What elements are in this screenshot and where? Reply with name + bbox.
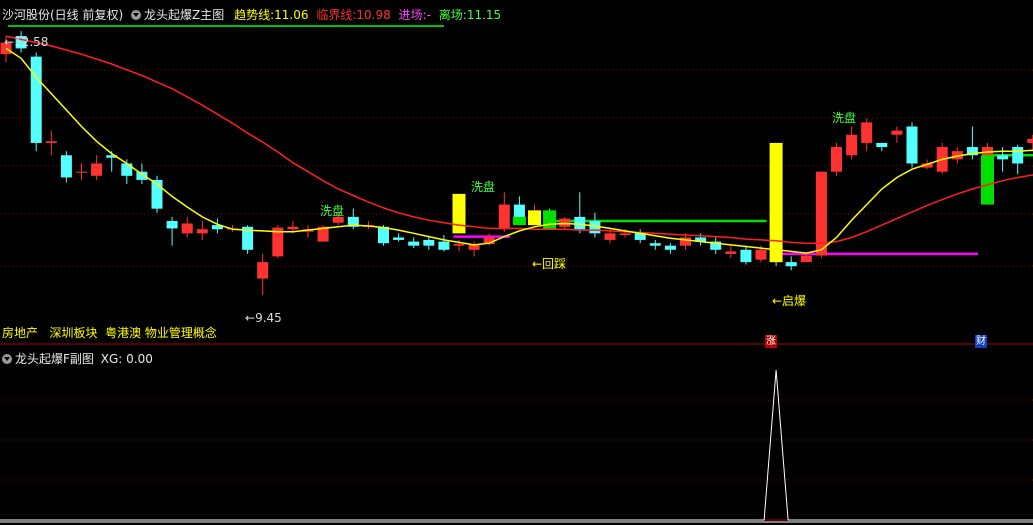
candle-down[interactable] bbox=[408, 241, 420, 246]
candle-up[interactable] bbox=[181, 223, 193, 234]
xg-label: XG: bbox=[100, 352, 123, 366]
candle-down[interactable] bbox=[378, 226, 389, 244]
signal-bar-green bbox=[543, 210, 557, 231]
exit-value: 11.15 bbox=[466, 8, 502, 22]
signal-bar-yellow bbox=[452, 193, 466, 234]
limit-up-marker[interactable]: 涨 bbox=[765, 335, 777, 348]
burst-label: ←启爆 bbox=[772, 294, 807, 308]
candle-down[interactable] bbox=[740, 249, 752, 263]
candle-up[interactable] bbox=[453, 244, 465, 246]
low-price-label: ←9.45 bbox=[245, 311, 282, 325]
signal-bar-green bbox=[512, 216, 526, 226]
dropdown-circle-icon[interactable] bbox=[131, 10, 142, 20]
candle-up[interactable] bbox=[45, 141, 57, 143]
xg-line bbox=[0, 369, 1033, 521]
candle-up[interactable] bbox=[257, 262, 269, 279]
candle-down[interactable] bbox=[574, 216, 586, 230]
candle-up[interactable] bbox=[725, 251, 737, 254]
candle-down[interactable] bbox=[876, 142, 888, 148]
candle-down[interactable] bbox=[423, 239, 435, 246]
grid-lines bbox=[0, 69, 1033, 481]
wash-label-3: 洗盘 bbox=[832, 111, 857, 125]
stock-title: 沙河股份(日线 前复权) bbox=[2, 8, 124, 22]
finance-marker[interactable]: 财 bbox=[975, 335, 987, 348]
xg-value: 0.00 bbox=[126, 352, 153, 366]
candle-up[interactable] bbox=[498, 204, 510, 230]
candle-up[interactable] bbox=[619, 233, 631, 235]
candle-up[interactable] bbox=[76, 171, 87, 173]
candle-up[interactable] bbox=[800, 255, 812, 263]
candle-down[interactable] bbox=[664, 245, 676, 250]
entry-value: - bbox=[426, 8, 431, 22]
candle-down[interactable] bbox=[997, 155, 1009, 160]
exit-label: 离场: bbox=[438, 8, 467, 22]
candle-up[interactable] bbox=[846, 134, 858, 156]
concept-tags: 房地产 深圳板块 粤港澳 物业管理概念 bbox=[2, 326, 217, 340]
candle-up[interactable] bbox=[1027, 138, 1033, 143]
candlestick-chart[interactable] bbox=[0, 0, 1033, 525]
candle-down[interactable] bbox=[649, 243, 661, 246]
candle-up[interactable] bbox=[861, 122, 873, 143]
candles bbox=[0, 31, 1033, 295]
wash-label-1: 洗盘 bbox=[320, 204, 345, 218]
candle-up[interactable] bbox=[287, 226, 299, 230]
main-header: 沙河股份(日线 前复权) 龙头起爆Z主图 趋势线:11.06 临界线:10.98… bbox=[2, 7, 501, 23]
low-price-value: 9.45 bbox=[255, 311, 282, 325]
high-price-value: 12.58 bbox=[14, 35, 49, 49]
candle-up[interactable] bbox=[891, 130, 903, 135]
candle-down[interactable] bbox=[906, 126, 918, 164]
candle-up[interactable] bbox=[755, 249, 767, 260]
candle-down[interactable] bbox=[513, 204, 525, 219]
trend-label: 趋势线: bbox=[234, 8, 275, 22]
candle-down[interactable] bbox=[166, 221, 178, 229]
pullback-label: ←回踩 bbox=[532, 257, 567, 271]
critical-label: 临界线: bbox=[316, 8, 357, 22]
signal-bar-yellow bbox=[528, 210, 541, 226]
dropdown-circle-icon[interactable] bbox=[2, 354, 12, 364]
signal-bar-yellow bbox=[769, 142, 783, 263]
entry-label: 进场: bbox=[398, 8, 427, 22]
candle-down[interactable] bbox=[1012, 147, 1024, 164]
candle-up[interactable] bbox=[559, 218, 571, 227]
candle-down[interactable] bbox=[393, 237, 405, 240]
critical-value: 10.98 bbox=[356, 8, 391, 22]
trend-value: 11.06 bbox=[274, 8, 309, 22]
candle-up[interactable] bbox=[604, 233, 616, 240]
signal-bar-green bbox=[981, 155, 994, 205]
candle-down[interactable] bbox=[785, 262, 797, 267]
candle-up[interactable] bbox=[91, 163, 103, 176]
wash-label-2: 洗盘 bbox=[471, 180, 496, 194]
candle-up[interactable] bbox=[831, 147, 842, 172]
sub-header: 龙头起爆F副图 XG: 0.00 bbox=[2, 351, 153, 367]
candle-down[interactable] bbox=[30, 56, 42, 143]
candle-up[interactable] bbox=[680, 237, 691, 246]
indicator-name[interactable]: 龙头起爆Z主图 bbox=[144, 8, 224, 22]
high-price-label: ←12.58 bbox=[4, 35, 49, 49]
candle-down[interactable] bbox=[438, 241, 450, 250]
sub-indicator-name[interactable]: 龙头起爆F副图 bbox=[15, 352, 94, 366]
candle-down[interactable] bbox=[60, 155, 72, 178]
candle-up[interactable] bbox=[196, 229, 208, 234]
